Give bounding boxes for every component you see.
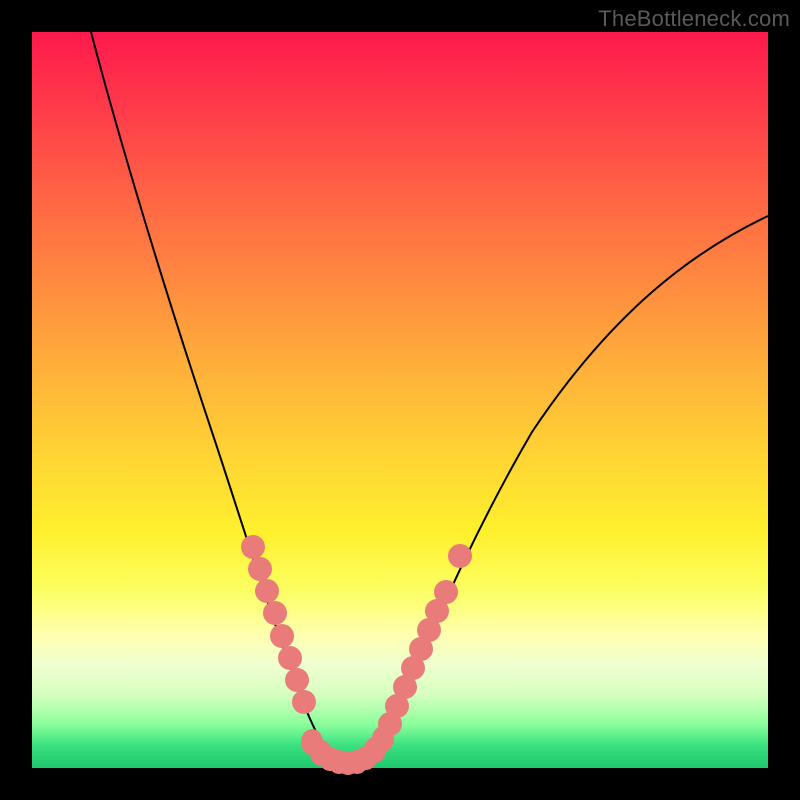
watermark-text: TheBottleneck.com — [598, 6, 790, 32]
marker-dot — [263, 601, 287, 625]
marker-dot — [292, 690, 316, 714]
marker-dot — [434, 580, 458, 604]
markers-left-branch — [241, 535, 316, 714]
markers-valley — [301, 726, 394, 775]
marker-dot — [285, 668, 309, 692]
marker-dot — [270, 624, 294, 648]
marker-dot — [278, 646, 302, 670]
marker-dot — [255, 579, 279, 603]
marker-dot — [248, 557, 272, 581]
marker-dot — [448, 544, 472, 568]
plot-area — [32, 32, 768, 768]
chart-svg — [32, 32, 768, 768]
marker-dot — [241, 535, 265, 559]
chart-frame: TheBottleneck.com — [0, 0, 800, 800]
